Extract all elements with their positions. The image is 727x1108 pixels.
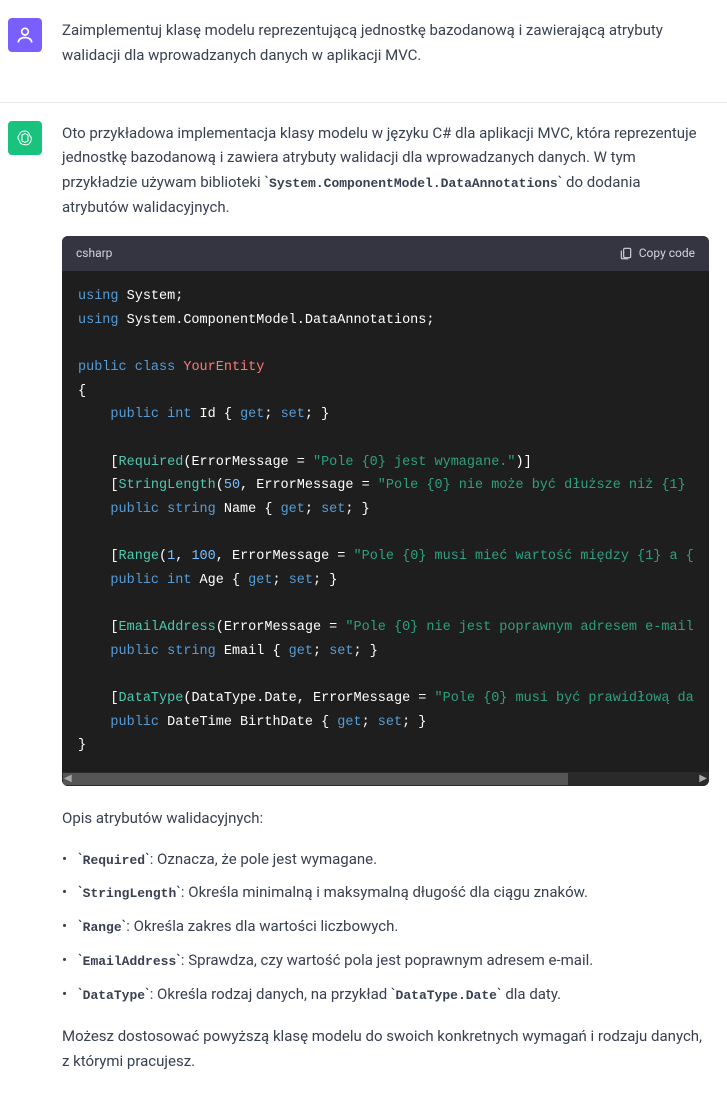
term-desc: : Określa zakres dla wartości liczbowych… (126, 917, 398, 935)
intro-inline-code: System.ComponentModel.DataAnnotations (269, 176, 558, 191)
user-message-row: Zaimplementuj klasę modelu reprezentując… (0, 0, 727, 103)
list-item: `EmailAddress`: Sprawdza, czy wartość po… (62, 948, 709, 973)
code-header: csharp Copy code (62, 236, 709, 272)
term-code: EmailAddress (83, 954, 177, 969)
scroll-left-arrow-icon[interactable]: ◀ (64, 771, 72, 786)
assistant-content: Oto przykładowa implementacja klasy mode… (62, 121, 709, 1090)
term-desc: dla daty. (502, 985, 562, 1003)
scroll-right-arrow-icon[interactable]: ▶ (699, 771, 707, 786)
user-message-content: Zaimplementuj klasę modelu reprezentując… (62, 18, 709, 84)
code-block: csharp Copy code using System; using Sys… (62, 236, 709, 786)
term-code: DataType.Date (396, 988, 497, 1003)
term-desc: : Sprawdza, czy wartość pola jest popraw… (181, 951, 593, 969)
term-desc: : Określa rodzaj danych, na przykład (150, 985, 391, 1003)
horizontal-scrollbar[interactable]: ◀ ▶ (62, 772, 709, 786)
user-avatar (8, 18, 42, 52)
term-code: StringLength (83, 886, 177, 901)
outro-paragraph: Możesz dostosować powyższą klasę modelu … (62, 1024, 709, 1074)
assistant-message-row: Oto przykładowa implementacja klasy mode… (0, 103, 727, 1108)
code-language-label: csharp (76, 244, 112, 264)
code-scroll-area[interactable]: using System; using System.ComponentMode… (62, 271, 709, 772)
term-desc: : Oznacza, że pole jest wymagane. (150, 850, 377, 868)
attributes-heading: Opis atrybutów walidacyjnych: (62, 806, 709, 831)
attributes-list: `Required`: Oznacza, że pole jest wymaga… (62, 847, 709, 1007)
copy-code-button[interactable]: Copy code (619, 244, 695, 264)
clipboard-icon (619, 246, 633, 260)
term-code: Range (83, 920, 122, 935)
list-item: `Required`: Oznacza, że pole jest wymaga… (62, 847, 709, 872)
term-code: DataType (83, 988, 145, 1003)
copy-label: Copy code (639, 244, 695, 264)
code-content: using System; using System.ComponentMode… (62, 271, 709, 772)
person-icon (15, 25, 35, 45)
scrollbar-thumb[interactable] (63, 773, 568, 785)
assistant-avatar (8, 121, 42, 155)
list-item: `Range`: Określa zakres dla wartości lic… (62, 914, 709, 939)
term-desc: : Określa minimalną i maksymalną długość… (181, 883, 588, 901)
term-code: Required (83, 853, 145, 868)
list-item: `StringLength`: Określa minimalną i maks… (62, 880, 709, 905)
list-item: `DataType`: Określa rodzaj danych, na pr… (62, 982, 709, 1007)
user-text: Zaimplementuj klasę modelu reprezentując… (62, 18, 709, 68)
intro-paragraph: Oto przykładowa implementacja klasy mode… (62, 121, 709, 220)
openai-icon (15, 128, 35, 148)
